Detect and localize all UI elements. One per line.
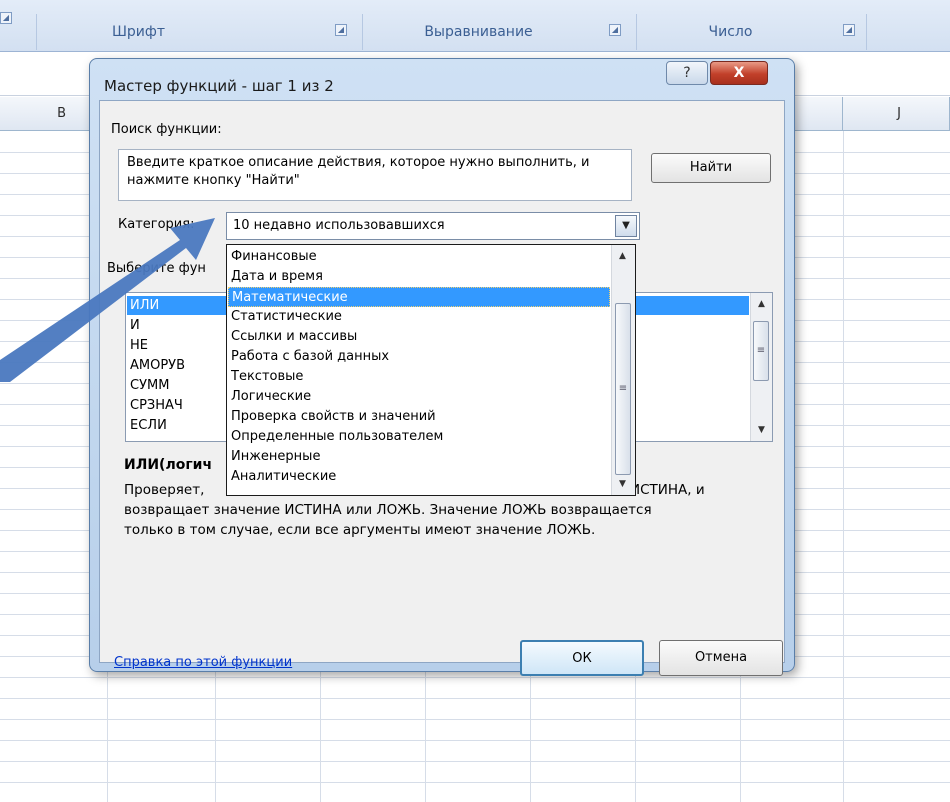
function-list-scrollbar[interactable]: ▲ ≡ ▼ xyxy=(750,293,772,441)
help-icon: ? xyxy=(683,65,691,81)
scroll-thumb[interactable]: ≡ xyxy=(753,321,769,381)
ribbon-group-partial xyxy=(866,14,950,50)
dropdown-option[interactable]: Текстовые xyxy=(228,367,610,387)
dialog-launcher-icon[interactable]: ◢ xyxy=(0,12,12,24)
ribbon-group-font: Шрифт ◢ xyxy=(36,14,360,50)
function-description: возвращает значение ИСТИНА или ЛОЖЬ. Зна… xyxy=(124,502,652,518)
ribbon-group-label: Выравнивание xyxy=(424,24,533,40)
ribbon: ◢ Шрифт ◢ Выравнивание ◢ Число ◢ xyxy=(0,0,950,52)
scroll-down-icon[interactable]: ▼ xyxy=(751,421,772,439)
category-select[interactable]: 10 недавно использовавшихся ▼ xyxy=(226,212,640,240)
font-launcher-icon[interactable]: ◢ xyxy=(335,24,347,36)
dropdown-option[interactable]: Проверка свойств и значений xyxy=(228,407,610,427)
dropdown-scrollbar[interactable]: ▲ ≡ ▼ xyxy=(611,245,635,495)
dialog-title: Мастер функций - шаг 1 из 2 xyxy=(104,77,334,95)
ok-button[interactable]: ОК xyxy=(520,640,644,676)
dropdown-option[interactable]: Работа с базой данных xyxy=(228,347,610,367)
list-item[interactable]: СРЗНАЧ xyxy=(130,396,183,415)
scroll-down-icon[interactable]: ▼ xyxy=(612,475,633,493)
help-button[interactable]: ? xyxy=(666,61,708,85)
grid-line xyxy=(843,131,844,802)
number-launcher-icon[interactable]: ◢ xyxy=(843,24,855,36)
ribbon-group-label: Число xyxy=(708,24,753,40)
dropdown-option-selected[interactable]: Математические xyxy=(228,287,610,307)
dropdown-option[interactable]: Определенные пользователем xyxy=(228,427,610,447)
function-help-link[interactable]: Справка по этой функции xyxy=(114,655,292,670)
function-description: Проверяет, xyxy=(124,482,205,498)
find-button[interactable]: Найти xyxy=(651,153,771,183)
dropdown-option[interactable]: Дата и время xyxy=(228,267,610,287)
search-label: Поиск функции: xyxy=(111,122,222,137)
function-description: ИСТИНА, и xyxy=(630,482,705,498)
close-icon: X xyxy=(733,65,745,81)
column-header-j[interactable]: J xyxy=(843,97,950,131)
grid-line xyxy=(0,761,950,762)
cancel-button[interactable]: Отмена xyxy=(659,640,783,676)
function-description: только в том случае, если все аргументы … xyxy=(124,522,596,538)
annotation-arrow-icon xyxy=(0,218,215,382)
chevron-down-icon[interactable]: ▼ xyxy=(615,215,637,237)
function-signature: ИЛИ(логич xyxy=(124,457,213,473)
grid-line xyxy=(0,698,950,699)
dropdown-option[interactable]: Ссылки и массивы xyxy=(228,327,610,347)
list-item[interactable]: ЕСЛИ xyxy=(130,416,167,435)
grid-line xyxy=(0,719,950,720)
grid-line xyxy=(0,740,950,741)
dropdown-option[interactable]: Логические xyxy=(228,387,610,407)
dropdown-option[interactable]: Финансовые xyxy=(228,247,610,267)
scroll-up-icon[interactable]: ▲ xyxy=(751,295,772,313)
close-button[interactable]: X xyxy=(710,61,768,85)
grid-line xyxy=(0,677,950,678)
alignment-launcher-icon[interactable]: ◢ xyxy=(609,24,621,36)
dropdown-option[interactable]: Аналитические xyxy=(228,467,610,487)
ribbon-group-label: Шрифт xyxy=(111,24,166,40)
scroll-up-icon[interactable]: ▲ xyxy=(612,247,633,265)
scroll-thumb[interactable]: ≡ xyxy=(615,303,631,475)
grid-line xyxy=(0,782,950,783)
search-input[interactable]: Введите краткое описание действия, котор… xyxy=(118,149,632,201)
dropdown-option[interactable]: Инженерные xyxy=(228,447,610,467)
ribbon-group-number: Число ◢ xyxy=(636,14,864,50)
category-dropdown[interactable]: Финансовые Дата и время Математические С… xyxy=(226,244,636,496)
category-value: 10 недавно использовавшихся xyxy=(233,218,445,233)
ribbon-group-alignment: Выравнивание ◢ xyxy=(362,14,634,50)
dropdown-option[interactable]: Статистические xyxy=(228,307,610,327)
